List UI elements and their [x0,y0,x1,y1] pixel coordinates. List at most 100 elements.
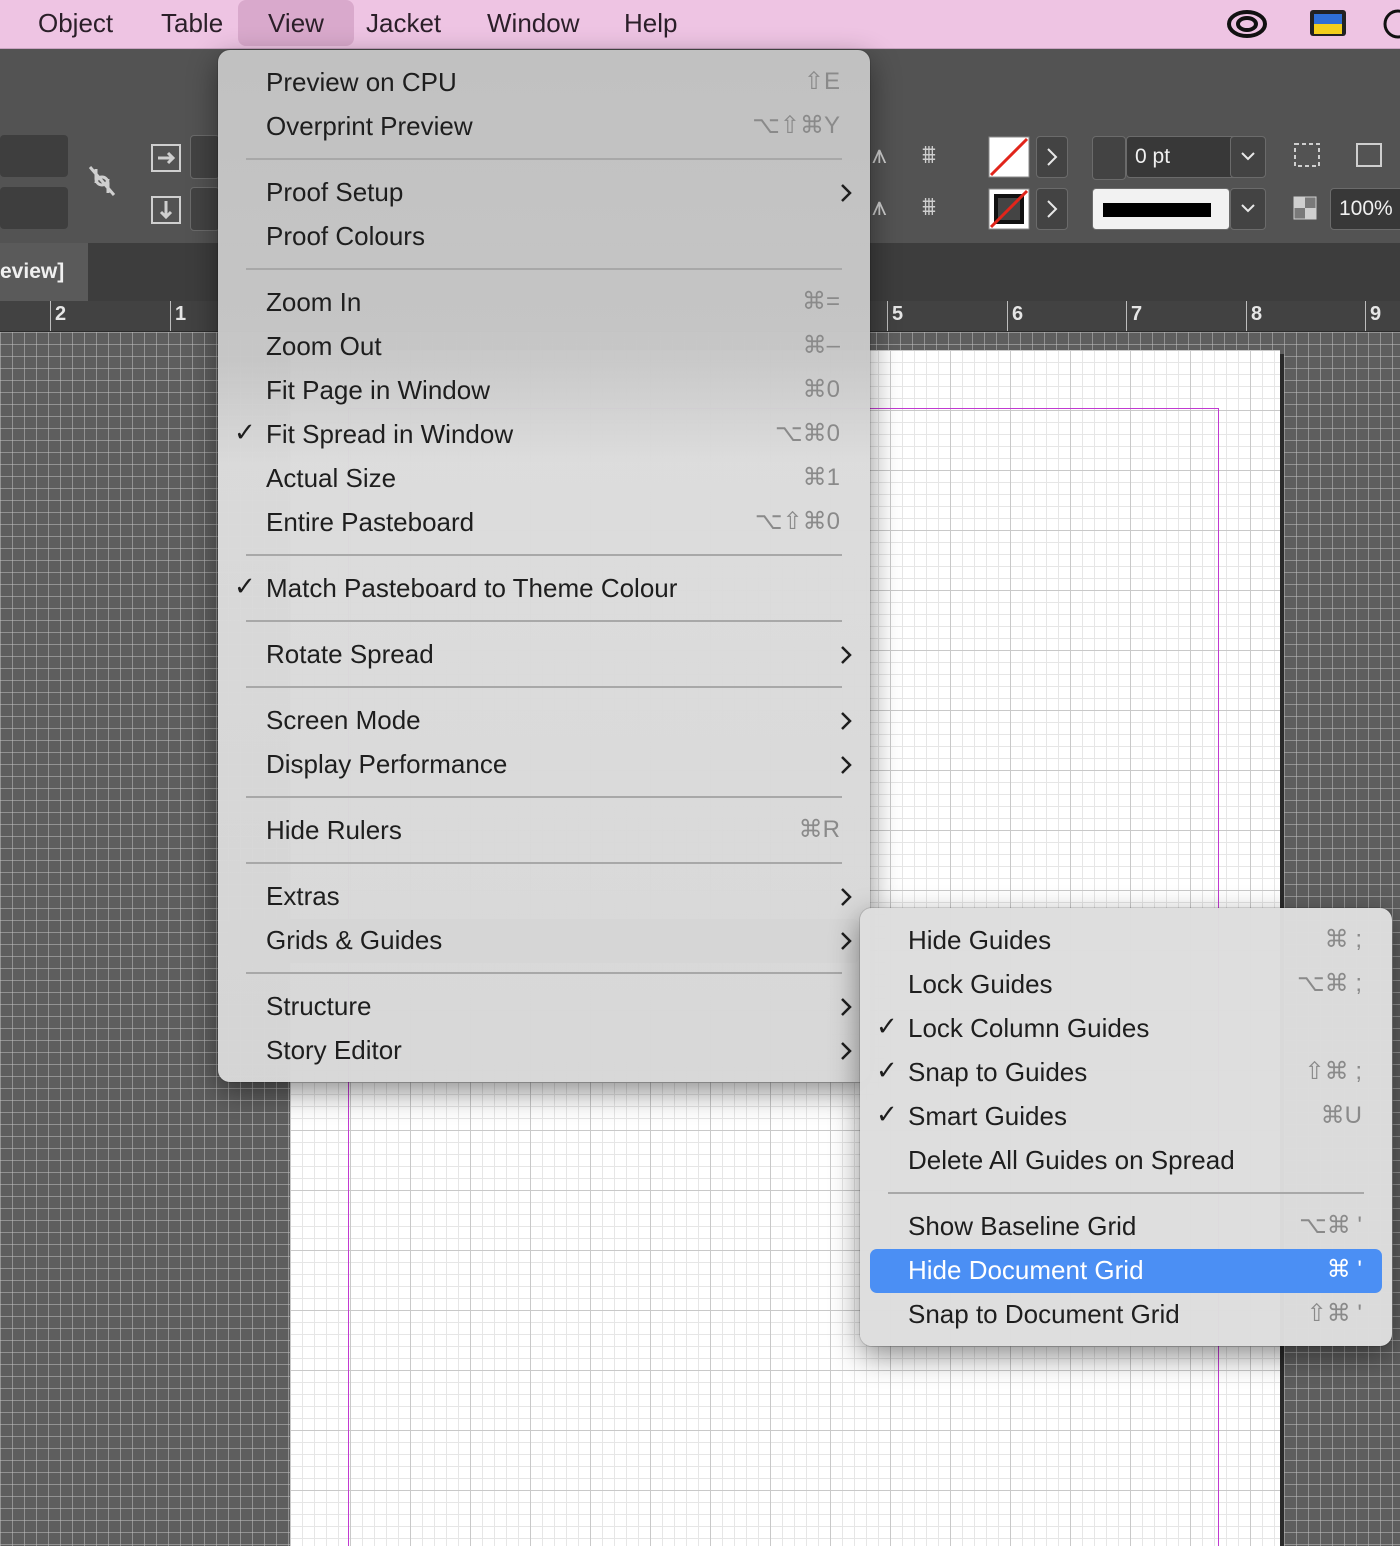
menu-item-hide-rulers[interactable]: Hide Rulers ⌘R [228,809,860,853]
frame-fitting-icon[interactable] [1292,141,1328,171]
y-field[interactable] [0,187,68,229]
stroke-weight-field[interactable]: 0 pt [1126,136,1238,178]
menu-item-delete-all-guides[interactable]: Delete All Guides on Spread [870,1139,1382,1183]
checkmark-icon: ✓ [876,1099,898,1129]
shortcut: ⌘1 [802,464,840,491]
shortcut: ⌘0 [802,376,840,403]
menu-item-display-performance[interactable]: Display Performance [228,743,860,787]
ruler-label: 5 [892,303,904,325]
menu-item-proof-colours[interactable]: Proof Colours [228,215,860,259]
status-icon[interactable] [1380,8,1400,40]
checkmark-icon: ✓ [876,1055,898,1085]
shortcut: ⇧⌘ ; [1304,1058,1362,1085]
ruler-tick [170,301,171,331]
scale-y-stepper[interactable] [190,187,220,231]
fill-none-swatch[interactable] [988,136,1030,178]
fill-menu-button[interactable] [1036,136,1068,178]
align-tree-icon[interactable]: ⩚ [872,191,887,223]
menu-item-grids-and-guides[interactable]: Grids & Guides [228,919,860,963]
menu-item-zoom-in[interactable]: Zoom In ⌘= [228,281,860,325]
shortcut: ⌥⇧⌘0 [754,508,840,535]
menu-item-fit-spread[interactable]: ✓ Fit Spread in Window ⌥⌘0 [228,413,860,457]
menu-separator [246,862,842,864]
menu-item-extras[interactable]: Extras [228,875,860,919]
shortcut: ⌥⌘ ; [1297,970,1362,997]
shortcut: ⌘= [801,288,840,315]
menu-help[interactable]: Help [624,0,677,46]
distribute-vertical-icon[interactable]: ⩚ [872,139,887,171]
menu-item-story-editor[interactable]: Story Editor [228,1029,860,1073]
chevron-right-icon [841,888,852,906]
menu-bar: Object Table View Jacket Window Help [0,0,1400,49]
ruler-label: 8 [1251,303,1263,325]
menu-item-smart-guides[interactable]: ✓ Smart Guides ⌘U [870,1095,1382,1139]
constrain-proportions-icon[interactable] [86,163,118,199]
menu-item-zoom-out[interactable]: Zoom Out ⌘– [228,325,860,369]
stroke-menu-button[interactable] [1036,188,1068,230]
chevron-right-icon [841,1042,852,1060]
align-tree-right-icon[interactable]: ⩩ [922,191,936,223]
menu-item-preview-on-cpu[interactable]: Preview on CPU ⇧E [228,61,860,105]
menu-item-show-baseline-grid[interactable]: Show Baseline Grid ⌥⌘ ' [870,1205,1382,1249]
menu-separator [246,158,842,160]
menu-object[interactable]: Object [38,0,113,46]
menu-separator [246,796,842,798]
shortcut: ⌘ ; [1324,926,1362,953]
creative-cloud-icon[interactable] [1226,8,1268,40]
menu-item-lock-column-guides[interactable]: ✓ Lock Column Guides [870,1007,1382,1051]
ruler-tick [1365,301,1366,331]
menu-item-proof-setup[interactable]: Proof Setup [228,171,860,215]
shortcut: ⌥⇧⌘Y [752,112,840,139]
menu-item-hide-guides[interactable]: Hide Guides ⌘ ; [870,919,1382,963]
menu-item-snap-to-guides[interactable]: ✓ Snap to Guides ⇧⌘ ; [870,1051,1382,1095]
document-tab[interactable]: eview] [0,243,88,301]
stroke-swatch[interactable] [988,188,1030,230]
menu-item-screen-mode[interactable]: Screen Mode [228,699,860,743]
shortcut: ⌥⌘ ' [1299,1212,1362,1239]
menu-item-overprint-preview[interactable]: Overprint Preview ⌥⇧⌘Y [228,105,860,149]
menu-item-actual-size[interactable]: Actual Size ⌘1 [228,457,860,501]
menu-view[interactable]: View [238,0,354,46]
scale-x-stepper[interactable] [190,135,220,179]
stroke-weight-dropdown[interactable] [1230,136,1266,178]
grids-and-guides-submenu: Hide Guides ⌘ ; Lock Guides ⌥⌘ ; ✓ Lock … [860,908,1392,1346]
shortcut: ⇧E [803,68,840,95]
stroke-type-field[interactable] [1092,188,1230,230]
ruler-label: 1 [175,303,187,325]
menu-item-rotate-spread[interactable]: Rotate Spread [228,633,860,677]
ruler-tick [50,301,51,331]
menu-item-structure[interactable]: Structure [228,985,860,1029]
menu-window[interactable]: Window [487,0,579,46]
menu-jacket[interactable]: Jacket [366,0,441,46]
menu-item-snap-to-document-grid[interactable]: Snap to Document Grid ⇧⌘ ' [870,1293,1382,1337]
chevron-right-icon [841,756,852,774]
x-field[interactable] [0,135,68,177]
content-frame-icon[interactable] [1354,141,1384,171]
shortcut: ⌥⌘0 [774,420,840,447]
distribute-horizontal-icon[interactable]: ⩩ [922,139,936,171]
input-flag-icon[interactable] [1308,8,1348,40]
ruler-label: 7 [1131,303,1143,325]
menu-separator [246,554,842,556]
ruler-tick [1246,301,1247,331]
menu-separator [888,1192,1364,1194]
menu-item-match-pasteboard[interactable]: ✓ Match Pasteboard to Theme Colour [228,567,860,611]
scale-x-icon [151,144,181,172]
shortcut: ⌘R [798,816,840,843]
menu-separator [246,620,842,622]
shortcut: ⇧⌘ ' [1306,1300,1362,1327]
ruler-tick [887,301,888,331]
document-tab-title: eview] [0,260,65,283]
menu-item-lock-guides[interactable]: Lock Guides ⌥⌘ ; [870,963,1382,1007]
ruler-tick [1126,301,1127,331]
stroke-weight-stepper[interactable] [1092,136,1126,180]
menu-separator [246,268,842,270]
menu-item-hide-document-grid[interactable]: Hide Document Grid ⌘ ' [870,1249,1382,1293]
opacity-field[interactable]: 100% [1330,188,1400,230]
shortcut: ⌘– [802,332,840,359]
menu-item-entire-pasteboard[interactable]: Entire Pasteboard ⌥⇧⌘0 [228,501,860,545]
menu-item-fit-page[interactable]: Fit Page in Window ⌘0 [228,369,860,413]
menu-table[interactable]: Table [161,0,223,46]
stroke-type-dropdown[interactable] [1230,188,1266,230]
checkmark-icon: ✓ [234,571,256,601]
